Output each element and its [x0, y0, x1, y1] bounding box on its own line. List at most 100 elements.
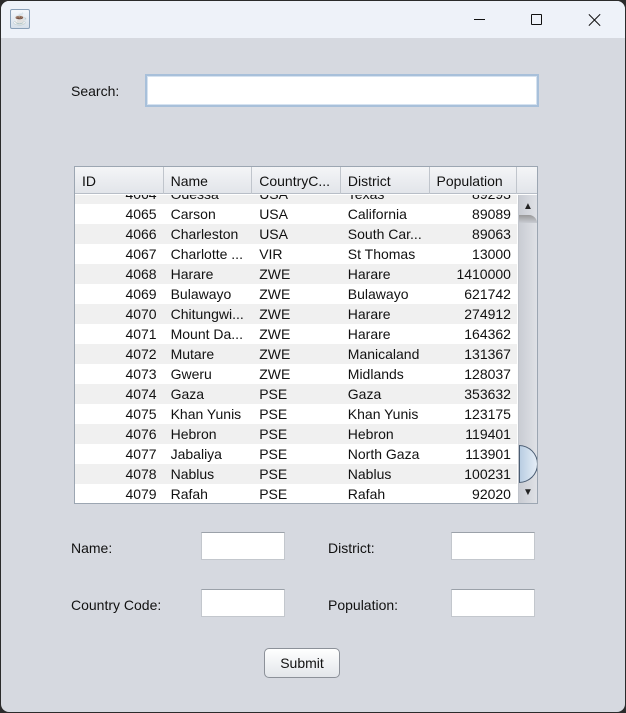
- cell-id[interactable]: 4066: [75, 224, 164, 244]
- cell-district[interactable]: Harare: [341, 304, 430, 324]
- scroll-up-button[interactable]: ▲: [519, 197, 537, 215]
- cell-district[interactable]: Nablus: [341, 464, 430, 484]
- cell-population[interactable]: 123175: [429, 404, 517, 424]
- cell-country-code[interactable]: ZWE: [252, 324, 341, 344]
- cell-id[interactable]: 4078: [75, 464, 164, 484]
- scroll-thumb[interactable]: [519, 445, 537, 483]
- cell-id[interactable]: 4076: [75, 424, 164, 444]
- cell-id[interactable]: 4067: [75, 244, 164, 264]
- cell-population[interactable]: 100231: [429, 464, 517, 484]
- table-row[interactable]: 4072 Mutare ZWE Manicaland 131367: [75, 344, 517, 364]
- cell-district[interactable]: Gaza: [341, 384, 430, 404]
- cell-population[interactable]: 113901: [429, 444, 517, 464]
- cell-district[interactable]: Midlands: [341, 364, 430, 384]
- cell-district[interactable]: Harare: [341, 264, 430, 284]
- cell-district[interactable]: California: [341, 204, 430, 224]
- table-row[interactable]: 4073 Gweru ZWE Midlands 128037: [75, 364, 517, 384]
- cell-population[interactable]: 128037: [429, 364, 517, 384]
- submit-button[interactable]: Submit: [264, 648, 340, 678]
- cell-district[interactable]: North Gaza: [341, 444, 430, 464]
- cell-name[interactable]: Gweru: [164, 364, 253, 384]
- title-bar[interactable]: ☕: [1, 1, 625, 38]
- cell-district[interactable]: St Thomas: [341, 244, 430, 264]
- cell-country-code[interactable]: PSE: [252, 384, 341, 404]
- vertical-scrollbar[interactable]: ▲ ▼: [518, 195, 537, 503]
- cell-population[interactable]: 92020: [429, 484, 517, 503]
- cell-population[interactable]: 131367: [429, 344, 517, 364]
- java-app-icon[interactable]: ☕: [10, 9, 30, 29]
- column-header-population[interactable]: Population: [430, 167, 518, 194]
- cell-country-code[interactable]: ZWE: [252, 264, 341, 284]
- search-input[interactable]: [145, 74, 539, 107]
- cell-id[interactable]: 4069: [75, 284, 164, 304]
- cell-id[interactable]: 4072: [75, 344, 164, 364]
- cell-country-code[interactable]: PSE: [252, 404, 341, 424]
- cell-id[interactable]: 4068: [75, 264, 164, 284]
- cell-district[interactable]: Harare: [341, 324, 430, 344]
- cell-name[interactable]: Hebron: [164, 424, 253, 444]
- cell-population[interactable]: 89063: [429, 224, 517, 244]
- cell-name[interactable]: Mutare: [164, 344, 253, 364]
- cell-name[interactable]: Gaza: [164, 384, 253, 404]
- cell-population[interactable]: 13000: [429, 244, 517, 264]
- table-row[interactable]: 4079 Rafah PSE Rafah 92020: [75, 484, 517, 503]
- column-header-country-code[interactable]: CountryC...: [252, 167, 341, 194]
- cell-id[interactable]: 4065: [75, 204, 164, 224]
- cell-district[interactable]: Manicaland: [341, 344, 430, 364]
- table-row[interactable]: 4067 Charlotte ... VIR St Thomas 13000: [75, 244, 517, 264]
- table-row[interactable]: 4071 Mount Da... ZWE Harare 164362: [75, 324, 517, 344]
- cell-name[interactable]: Mount Da...: [164, 324, 253, 344]
- cell-population[interactable]: 89089: [429, 204, 517, 224]
- scroll-down-button[interactable]: ▼: [519, 483, 537, 501]
- population-field[interactable]: [451, 589, 535, 617]
- table-row[interactable]: 4070 Chitungwi... ZWE Harare 274912: [75, 304, 517, 324]
- cell-population[interactable]: 621742: [429, 284, 517, 304]
- column-header-name[interactable]: Name: [164, 167, 253, 194]
- cell-id[interactable]: 4071: [75, 324, 164, 344]
- name-field[interactable]: [201, 532, 285, 560]
- cell-id[interactable]: 4075: [75, 404, 164, 424]
- cell-population[interactable]: 119401: [429, 424, 517, 444]
- cell-name[interactable]: Bulawayo: [164, 284, 253, 304]
- column-header-district[interactable]: District: [341, 167, 430, 194]
- cell-country-code[interactable]: ZWE: [252, 284, 341, 304]
- cell-country-code[interactable]: ZWE: [252, 304, 341, 324]
- cell-country-code[interactable]: ZWE: [252, 364, 341, 384]
- cell-name[interactable]: Charlotte ...: [164, 244, 253, 264]
- cell-country-code[interactable]: USA: [252, 204, 341, 224]
- country-code-field[interactable]: [201, 589, 285, 617]
- table-row[interactable]: 4069 Bulawayo ZWE Bulawayo 621742: [75, 284, 517, 304]
- table-row[interactable]: 4074 Gaza PSE Gaza 353632: [75, 384, 517, 404]
- cell-population[interactable]: 1410000: [429, 264, 517, 284]
- cell-id[interactable]: 4070: [75, 304, 164, 324]
- cell-district[interactable]: Khan Yunis: [341, 404, 430, 424]
- cell-country-code[interactable]: USA: [252, 224, 341, 244]
- cell-population[interactable]: 274912: [429, 304, 517, 324]
- cell-id[interactable]: 4064: [75, 195, 164, 204]
- minimize-button[interactable]: [456, 1, 502, 38]
- cell-country-code[interactable]: PSE: [252, 464, 341, 484]
- cell-id[interactable]: 4079: [75, 484, 164, 503]
- table-row[interactable]: 4064OdessaUSATexas89293: [75, 195, 517, 204]
- cell-id[interactable]: 4073: [75, 364, 164, 384]
- cell-population[interactable]: 353632: [429, 384, 517, 404]
- cell-population[interactable]: 164362: [429, 324, 517, 344]
- cell-id[interactable]: 4077: [75, 444, 164, 464]
- cell-district[interactable]: South Car...: [341, 224, 430, 244]
- cell-name[interactable]: Carson: [164, 204, 253, 224]
- table-row[interactable]: 4068 Harare ZWE Harare 1410000: [75, 264, 517, 284]
- cell-name[interactable]: Chitungwi...: [164, 304, 253, 324]
- cell-name[interactable]: Harare: [164, 264, 253, 284]
- maximize-button[interactable]: [513, 1, 559, 38]
- cell-id[interactable]: 4074: [75, 384, 164, 404]
- cell-name[interactable]: Jabaliya: [164, 444, 253, 464]
- cell-country-code[interactable]: USA: [252, 195, 341, 204]
- cell-country-code[interactable]: PSE: [252, 444, 341, 464]
- cell-name[interactable]: Odessa: [164, 195, 253, 204]
- cell-country-code[interactable]: ZWE: [252, 344, 341, 364]
- cell-name[interactable]: Nablus: [164, 464, 253, 484]
- cell-country-code[interactable]: VIR: [252, 244, 341, 264]
- cell-country-code[interactable]: PSE: [252, 424, 341, 444]
- cell-district[interactable]: Texas: [341, 195, 430, 204]
- column-header-id[interactable]: ID: [75, 167, 164, 194]
